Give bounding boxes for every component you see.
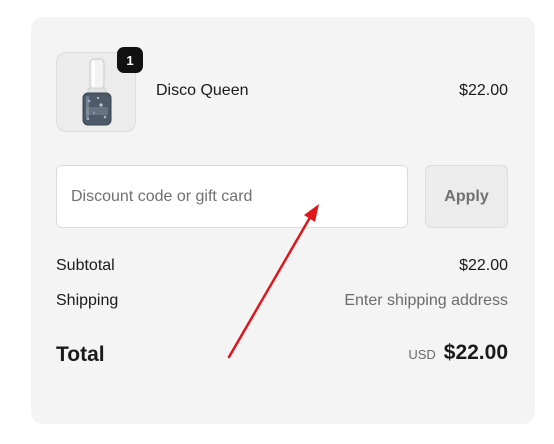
apply-discount-button[interactable]: Apply — [425, 165, 508, 228]
product-price: $22.00 — [459, 82, 508, 99]
quantity-badge: 1 — [117, 47, 143, 73]
subtotal-label: Subtotal — [56, 257, 115, 274]
total-value-group: USD $22.00 — [408, 341, 508, 365]
shipping-label: Shipping — [56, 292, 119, 309]
cart-line-item: 1 Disco Queen $22.00 — [56, 47, 508, 132]
shipping-value: Enter shipping address — [344, 292, 508, 309]
discount-code-input[interactable] — [56, 165, 408, 228]
total-label: Total — [56, 343, 105, 366]
total-row: Total USD $22.00 — [56, 341, 508, 371]
total-currency: USD — [408, 347, 436, 362]
subtotal-value: $22.00 — [459, 257, 508, 274]
product-name: Disco Queen — [156, 82, 249, 99]
order-summary-panel: 1 Disco Queen $22.00 Apply Subtotal $22.… — [31, 17, 535, 424]
total-amount: $22.00 — [443, 341, 508, 364]
